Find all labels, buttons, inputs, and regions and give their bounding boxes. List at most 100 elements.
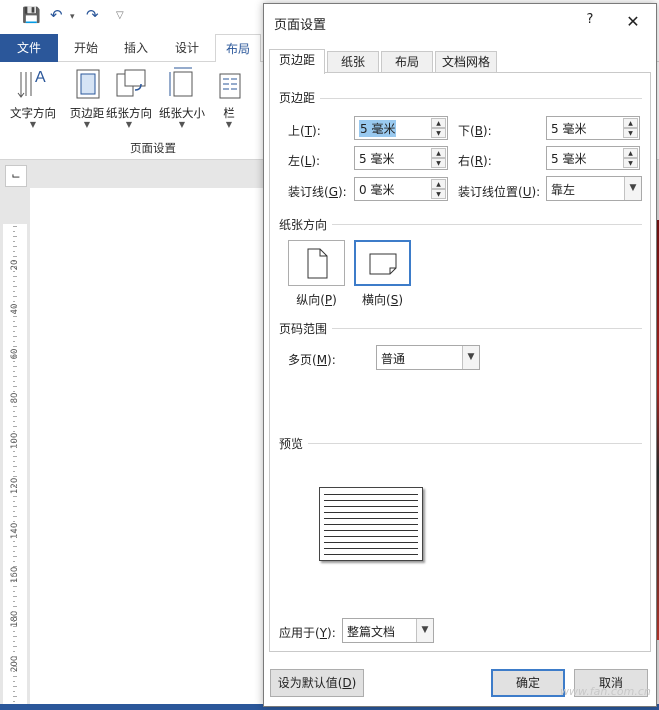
- ruler-tick: [13, 371, 15, 372]
- ruler-tick: [13, 306, 17, 307]
- ruler-tick: [13, 236, 17, 237]
- orientation-button[interactable]: 纸张方向 ▼: [103, 66, 155, 129]
- dialog-titlebar: 页面设置 ? ✕: [264, 4, 656, 40]
- spin-up-icon[interactable]: ▲: [431, 179, 446, 189]
- ruler-tick: [13, 556, 17, 557]
- ruler-tick: [13, 271, 15, 272]
- landscape-page-icon: [369, 253, 397, 275]
- spin-down-icon[interactable]: ▼: [431, 158, 446, 168]
- save-icon[interactable]: 💾: [22, 6, 41, 24]
- tab-paper[interactable]: 纸张: [327, 51, 379, 73]
- spin-down-icon[interactable]: ▼: [623, 128, 638, 138]
- preview-line: [324, 554, 418, 555]
- ok-button[interactable]: 确定: [491, 669, 565, 697]
- page-setup-dialog: 页面设置 ? ✕ 页边距 纸张 布局 文档网格 页边距 上(T): 5 毫米 ▲…: [263, 3, 657, 707]
- top-margin-spinner[interactable]: 5 毫米 ▲ ▼: [354, 116, 448, 140]
- spin-down-icon[interactable]: ▼: [623, 158, 638, 168]
- page-size-label: 纸张大小: [159, 106, 205, 120]
- top-margin-value[interactable]: 5 毫米: [359, 120, 397, 137]
- undo-dropdown-icon[interactable]: ▾: [70, 12, 75, 22]
- left-margin-label: 左(L):: [288, 154, 321, 168]
- tab-file[interactable]: 文件: [0, 34, 58, 62]
- ruler-tick: [13, 456, 17, 457]
- ruler-tick: [13, 336, 17, 337]
- ruler-tick: [13, 646, 17, 647]
- tab-selector[interactable]: ⌙: [5, 165, 27, 187]
- ruler-tick: [13, 656, 17, 657]
- spin-up-icon[interactable]: ▲: [623, 148, 638, 158]
- ruler-tick: [13, 241, 15, 242]
- right-margin-spinner[interactable]: 5 毫米 ▲ ▼: [546, 146, 640, 170]
- ruler-number: 80: [10, 392, 20, 404]
- preview-section-label: 预览: [279, 437, 304, 451]
- ruler-tick: [13, 536, 17, 537]
- ruler-tick: [13, 366, 17, 367]
- undo-icon[interactable]: ↶: [50, 6, 63, 24]
- tab-design[interactable]: 设计: [175, 34, 199, 62]
- svg-text:A: A: [35, 69, 46, 86]
- ruler-tick: [13, 496, 17, 497]
- spin-up-icon[interactable]: ▲: [431, 148, 446, 158]
- chevron-down-icon[interactable]: ▼: [416, 619, 433, 642]
- apply-to-select[interactable]: 整篇文档 ▼: [342, 618, 434, 643]
- close-button[interactable]: ✕: [622, 11, 644, 33]
- gutter-spinner[interactable]: 0 毫米 ▲ ▼: [354, 177, 448, 201]
- spin-up-icon[interactable]: ▲: [431, 118, 446, 128]
- spin-down-icon[interactable]: ▼: [431, 189, 446, 199]
- ruler-tick: [13, 671, 15, 672]
- columns-icon: [219, 73, 241, 99]
- left-margin-spinner[interactable]: 5 毫米 ▲ ▼: [354, 146, 448, 170]
- tab-document-grid[interactable]: 文档网格: [435, 51, 497, 73]
- landscape-button[interactable]: [354, 240, 411, 286]
- left-margin-value[interactable]: 5 毫米: [359, 150, 394, 167]
- pages-section-label: 页码范围: [279, 322, 328, 336]
- portrait-page-icon: [307, 248, 328, 279]
- ruler-tick: [13, 531, 15, 532]
- ruler-tick: [13, 351, 15, 352]
- document-page[interactable]: [30, 188, 270, 710]
- columns-button[interactable]: 栏 ▼: [212, 66, 246, 129]
- multiple-pages-select[interactable]: 普通 ▼: [376, 345, 480, 370]
- tab-insert[interactable]: 插入: [124, 34, 148, 62]
- set-as-default-button[interactable]: 设为默认值(D): [270, 669, 364, 697]
- chevron-down-icon[interactable]: ▼: [624, 177, 641, 200]
- tab-layout[interactable]: 布局: [215, 34, 262, 63]
- tab-layout[interactable]: 布局: [381, 51, 433, 73]
- right-margin-value[interactable]: 5 毫米: [551, 150, 586, 167]
- page-setup-group-label: 页面设置: [130, 141, 176, 155]
- ruler-tick: [13, 251, 15, 252]
- ruler-tick: [13, 631, 15, 632]
- ruler-tick: [13, 341, 15, 342]
- ruler-tick: [13, 296, 17, 297]
- bottom-margin-spinner[interactable]: 5 毫米 ▲ ▼: [546, 116, 640, 140]
- spin-down-icon[interactable]: ▼: [431, 128, 446, 138]
- ruler-tick: [13, 501, 15, 502]
- page-size-button[interactable]: 纸张大小 ▼: [157, 66, 207, 129]
- tab-home[interactable]: 开始: [74, 34, 98, 62]
- bottom-margin-value[interactable]: 5 毫米: [551, 120, 586, 137]
- spin-up-icon[interactable]: ▲: [623, 118, 638, 128]
- ruler-tick: [13, 261, 15, 262]
- gutter-position-label: 装订线位置(U):: [458, 185, 541, 199]
- ruler-tick: [13, 381, 15, 382]
- portrait-button[interactable]: [288, 240, 345, 286]
- redo-icon[interactable]: ↷: [86, 6, 99, 24]
- margins-icon: [76, 69, 100, 99]
- ruler-tick: [13, 246, 17, 247]
- gutter-value[interactable]: 0 毫米: [359, 181, 394, 198]
- ruler-tick: [13, 516, 17, 517]
- ruler-tick: [13, 691, 15, 692]
- ruler-tick: [13, 321, 15, 322]
- ruler-tick: [13, 601, 15, 602]
- ruler-tick: [13, 676, 17, 677]
- ruler-tick: [13, 426, 17, 427]
- gutter-position-select[interactable]: 靠左 ▼: [546, 176, 642, 201]
- chevron-down-icon[interactable]: ▼: [462, 346, 479, 369]
- apply-to-value: 整篇文档: [347, 625, 396, 639]
- help-button[interactable]: ?: [580, 12, 600, 32]
- text-direction-button[interactable]: A 文字方向 ▼: [6, 66, 60, 129]
- tab-margins[interactable]: 页边距: [269, 49, 325, 74]
- customize-qat-icon[interactable]: ▽: [116, 10, 124, 21]
- ruler-tick: [13, 421, 15, 422]
- multiple-pages-value: 普通: [381, 352, 406, 366]
